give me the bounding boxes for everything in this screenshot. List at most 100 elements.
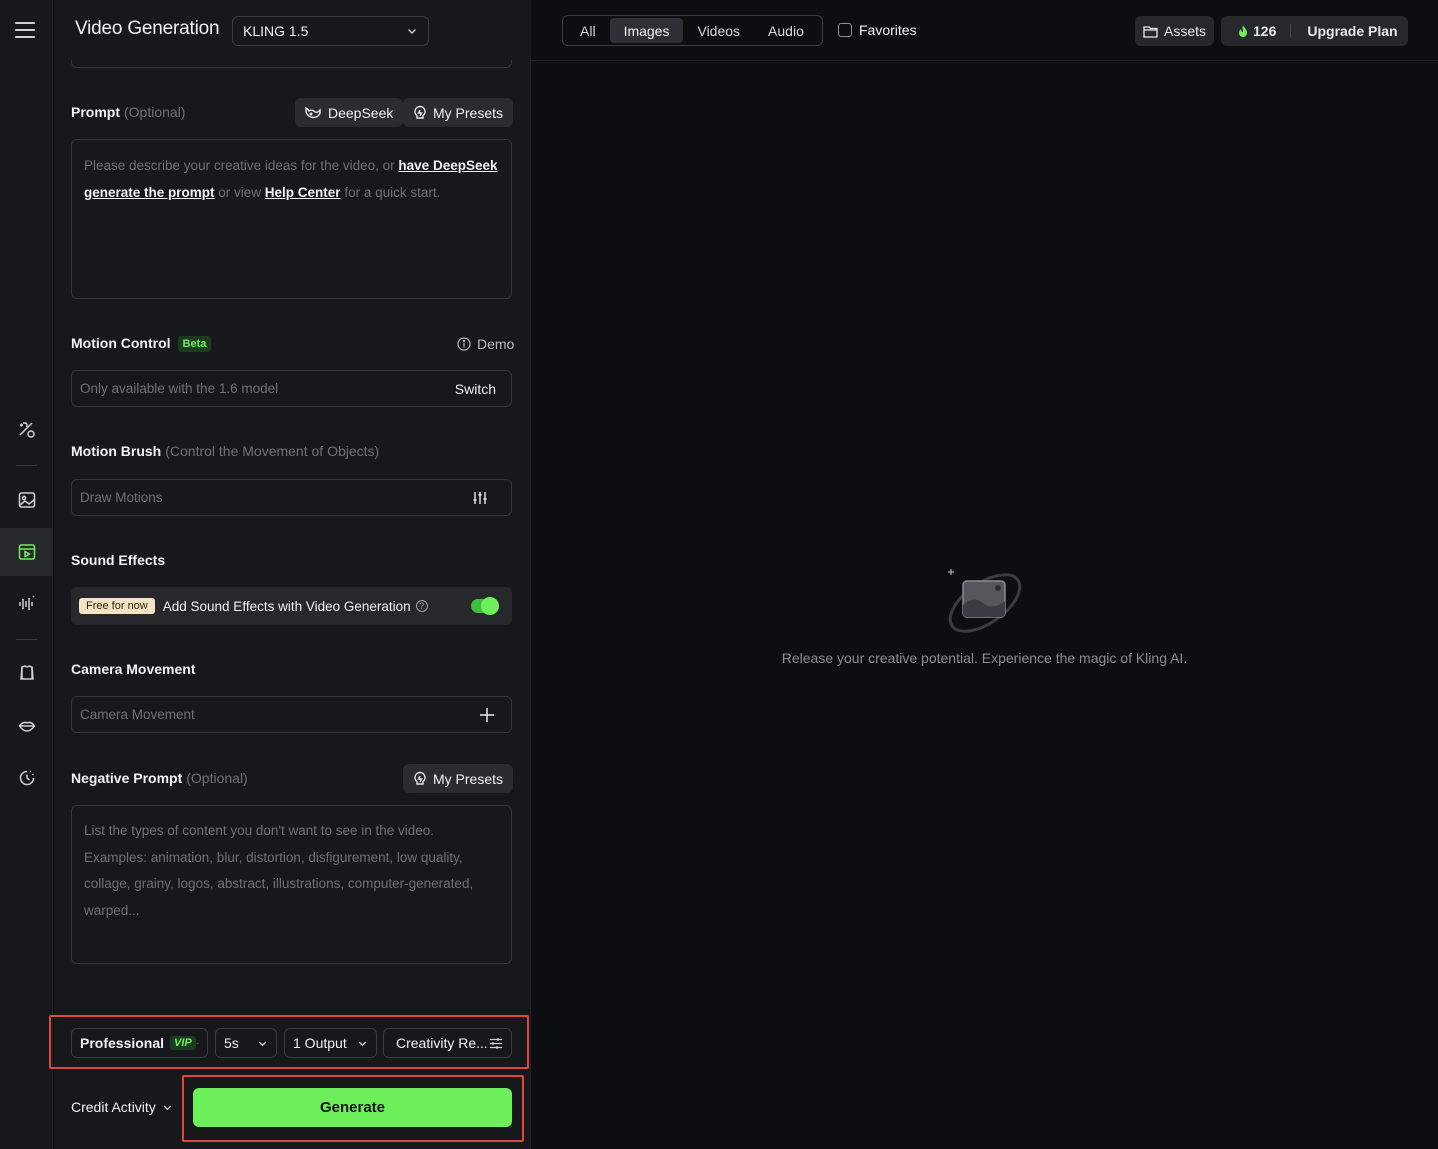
prompt-placeholder-mid: or view (214, 185, 265, 200)
sound-effects-toggle[interactable] (471, 597, 499, 615)
bulb-icon (414, 771, 426, 785)
motion-brush-label: Motion Brush (Control the Movement of Obj… (71, 443, 379, 459)
camera-movement-placeholder: Camera Movement (80, 707, 195, 722)
credits-balance[interactable]: 126 (1221, 23, 1292, 39)
demo-label: Demo (477, 336, 515, 352)
sound-effects-label: Sound Effects (71, 552, 166, 568)
creativity-value: Creativity Re... (396, 1035, 488, 1051)
folder-icon (1143, 25, 1158, 38)
history-icon[interactable] (0, 754, 53, 802)
outputs-select[interactable]: 1 Output (284, 1028, 377, 1058)
switch-button[interactable]: Switch (455, 381, 503, 397)
favorites-label: Favorites (859, 22, 917, 38)
top-bar: All Images Videos Audio Favorites Assets… (531, 0, 1438, 61)
tshirt-icon[interactable] (0, 649, 53, 697)
motion-control-placeholder: Only available with the 1.6 model (80, 381, 279, 396)
motion-brush-label-text: Motion Brush (71, 443, 162, 459)
chevron-down-icon (358, 1041, 367, 1046)
motion-control-field[interactable]: Only available with the 1.6 model Switch (71, 370, 512, 407)
prompt-placeholder-end: for a quick start. (340, 185, 441, 200)
creativity-settings[interactable]: Creativity Re... (383, 1028, 512, 1058)
deepseek-link[interactable]: have DeepSeek (398, 158, 497, 173)
chevron-down-icon (258, 1041, 267, 1046)
prompt-placeholder: Please describe your creative ideas for … (84, 158, 399, 173)
chevron-down-icon (408, 29, 416, 34)
generation-panel: Video Generation KLING 1.5 Prompt (Option… (49, 0, 531, 1149)
motion-control-label: Motion Control Beta (71, 335, 212, 352)
bulb-icon (414, 105, 426, 119)
credits-group: 126 Upgrade Plan (1221, 16, 1408, 46)
sliders-icon[interactable] (472, 490, 488, 506)
results-area: Release your creative potential. Experie… (531, 61, 1438, 1149)
negative-presets-label: My Presets (433, 770, 504, 787)
prompt-textarea[interactable]: Please describe your creative ideas for … (71, 139, 512, 299)
page-title: Video Generation (75, 18, 220, 39)
credit-activity[interactable]: Credit Activity (71, 1099, 173, 1115)
menu-icon[interactable] (15, 22, 35, 38)
lips-icon[interactable] (0, 702, 53, 750)
credit-activity-label: Credit Activity (71, 1099, 156, 1115)
help-icon[interactable]: ? (415, 600, 428, 612)
prompt-label-text: Prompt (71, 104, 120, 120)
generate-button[interactable]: Generate (193, 1088, 512, 1127)
whale-icon (305, 106, 321, 118)
negative-prompt-textarea[interactable]: List the types of content you don't want… (71, 805, 512, 964)
empty-gallery-icon (948, 569, 1022, 633)
video-icon[interactable] (0, 528, 53, 576)
sound-effects-text: Add Sound Effects with Video Generation (162, 598, 411, 614)
motion-brush-note: (Control the Movement of Objects) (165, 443, 380, 459)
negative-prompt-label-text: Negative Prompt (71, 770, 183, 786)
free-badge: Free for now (79, 598, 155, 614)
rail-divider (16, 639, 37, 640)
credits-value: 126 (1253, 23, 1277, 39)
audio-icon[interactable] (0, 580, 53, 628)
rail-divider (16, 465, 37, 466)
side-rail (0, 0, 53, 1149)
tab-videos[interactable]: Videos (683, 18, 754, 43)
generate-prompt-link[interactable]: generate the prompt (84, 185, 215, 200)
deepseek-button-label: DeepSeek (328, 104, 394, 121)
vip-badge: VIP (170, 1036, 196, 1050)
camera-movement-label: Camera Movement (71, 661, 196, 677)
deepseek-button[interactable]: DeepSeek (295, 98, 404, 127)
negative-presets-button[interactable]: My Presets (403, 764, 514, 793)
negative-prompt-label: Negative Prompt (Optional) (71, 770, 248, 786)
negative-prompt-optional: (Optional) (186, 770, 248, 786)
my-presets-button[interactable]: My Presets (403, 98, 514, 127)
chevron-down-icon (196, 1042, 199, 1044)
tab-all[interactable]: All (566, 18, 610, 43)
draw-motions-field[interactable]: Draw Motions (71, 479, 512, 516)
sound-effects-row: Free for now Add Sound Effects with Vide… (71, 587, 512, 625)
tab-images[interactable]: Images (609, 18, 684, 43)
assets-button[interactable]: Assets (1135, 16, 1214, 46)
duration-value: 5s (224, 1035, 239, 1051)
tab-audio[interactable]: Audio (754, 18, 818, 43)
chevron-down-icon (163, 1105, 171, 1110)
info-icon (457, 337, 471, 351)
filter-tabs: All Images Videos Audio (562, 15, 823, 46)
my-presets-label: My Presets (433, 104, 504, 121)
help-center-link[interactable]: Help Center (265, 185, 341, 200)
checkbox-icon (838, 23, 852, 37)
assets-label: Assets (1163, 23, 1206, 39)
negative-prompt-placeholder: List the types of content you don't want… (84, 823, 474, 918)
draw-motions-placeholder: Draw Motions (80, 490, 163, 505)
model-select[interactable]: KLING 1.5 (232, 16, 429, 46)
model-select-value: KLING 1.5 (243, 23, 309, 39)
demo-link[interactable]: Demo (457, 336, 514, 352)
duration-select[interactable]: 5s (215, 1028, 277, 1058)
magic-icon[interactable] (0, 406, 53, 454)
favorites-checkbox[interactable]: Favorites (838, 22, 917, 38)
motion-control-label-text: Motion Control (71, 335, 171, 351)
camera-movement-field[interactable]: Camera Movement (71, 696, 512, 733)
panel-header: Video Generation KLING 1.5 (54, 0, 531, 60)
settings-sliders-icon (490, 1037, 502, 1049)
prompt-optional: (Optional) (124, 104, 186, 120)
image-icon[interactable] (0, 476, 53, 524)
outputs-value: 1 Output (293, 1035, 347, 1051)
plus-icon[interactable] (479, 707, 495, 723)
mode-select[interactable]: Professional VIP (71, 1028, 208, 1058)
upgrade-plan-button[interactable]: Upgrade Plan (1291, 23, 1397, 39)
empty-state-message: Release your creative potential. Experie… (781, 650, 1188, 666)
mode-value: Professional (80, 1035, 165, 1051)
